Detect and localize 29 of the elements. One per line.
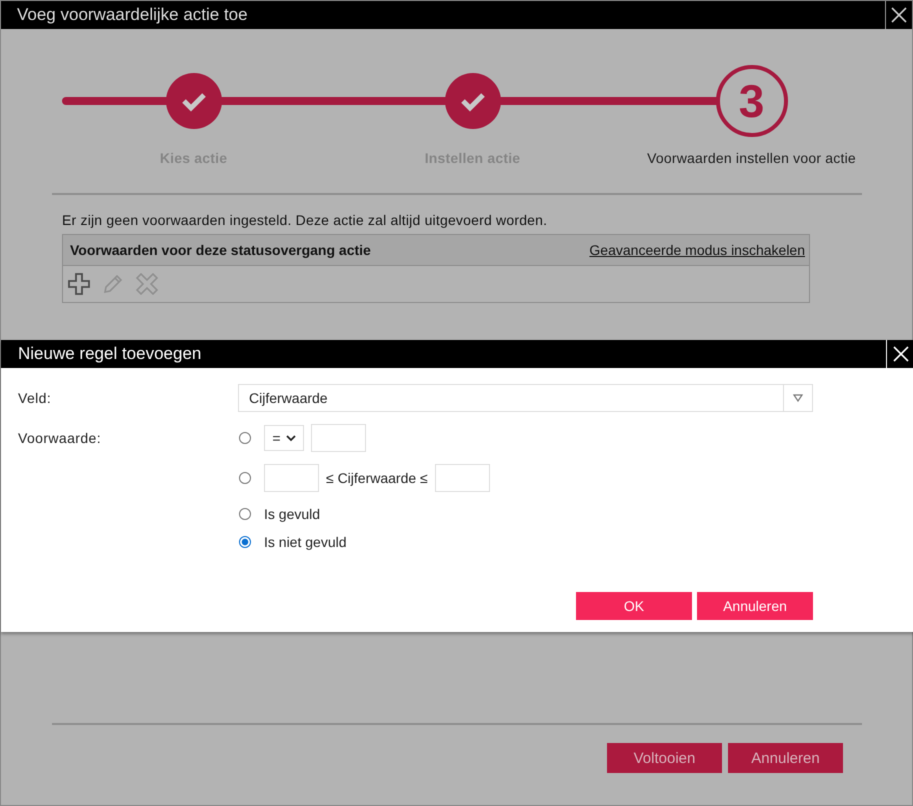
- value-input[interactable]: [311, 424, 366, 452]
- caret-icon: [286, 434, 296, 442]
- finish-button[interactable]: Voltooien: [607, 743, 722, 773]
- info-message: Er zijn geen voorwaarden ingesteld. Deze actie zal altijd uitgevoerd worden.: [62, 212, 548, 228]
- field-label: Veld:: [17, 389, 52, 408]
- ok-button[interactable]: OK: [576, 592, 692, 620]
- field-select[interactable]: Cijferwaarde: [238, 384, 813, 412]
- close-icon[interactable]: [891, 7, 907, 23]
- cancel-button[interactable]: Annuleren: [728, 743, 843, 773]
- radio-button[interactable]: [239, 508, 251, 520]
- table-title: Voorwaarden voor deze statusovergang actie: [70, 242, 371, 258]
- option-label: Is niet gevuld: [264, 534, 346, 550]
- operator-select[interactable]: =: [264, 425, 304, 451]
- option-label: Is gevuld: [264, 506, 320, 522]
- condition-label: Voorwaarde:: [17, 429, 102, 448]
- advanced-mode-link[interactable]: Geavanceerde modus inschakelen: [589, 242, 805, 258]
- max-input[interactable]: [434, 464, 490, 492]
- radio-button[interactable]: [239, 472, 251, 484]
- radio-button[interactable]: [239, 432, 251, 444]
- cancel-button[interactable]: Annuleren: [697, 592, 813, 620]
- radio-button[interactable]: [239, 536, 251, 548]
- dialog-title: Nieuwe regel toevoegen: [18, 344, 202, 364]
- dropdown-icon: [793, 394, 803, 402]
- min-input[interactable]: [264, 464, 319, 492]
- add-icon[interactable]: [68, 273, 90, 295]
- range-label: ≤ Cijferwaarde ≤: [326, 470, 428, 486]
- step-number: 3: [716, 65, 788, 137]
- window-title: Voeg voorwaardelijke actie toe: [17, 5, 248, 25]
- step-label: Voorwaarden instellen voor actie: [647, 150, 856, 166]
